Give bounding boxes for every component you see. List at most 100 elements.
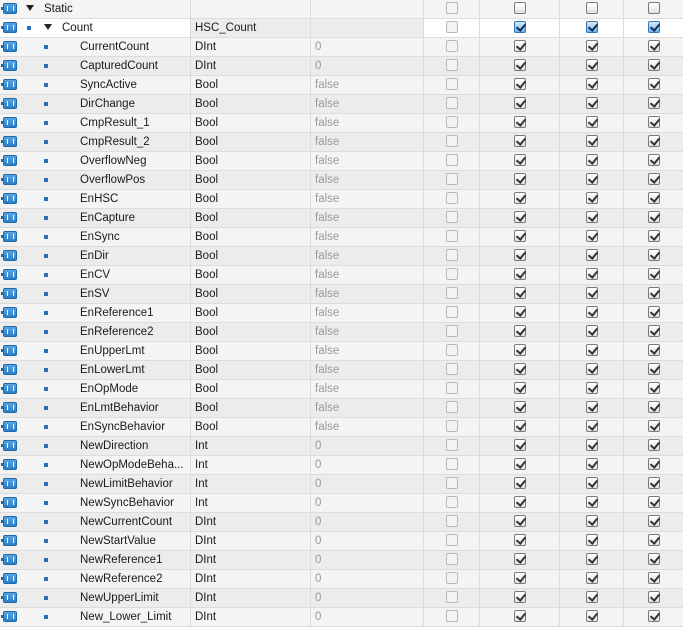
checkbox-3[interactable] — [586, 306, 598, 318]
checkbox-3[interactable] — [586, 97, 598, 109]
checkbox-4[interactable] — [648, 420, 660, 432]
checkbox-2[interactable] — [514, 610, 526, 622]
table-row[interactable]: CmpResult_2 Bool false — [0, 133, 683, 152]
table-row[interactable]: SyncActive Bool false — [0, 76, 683, 95]
checkbox-1[interactable] — [446, 515, 458, 527]
checkbox-4[interactable] — [648, 21, 660, 33]
checkbox-2[interactable] — [514, 477, 526, 489]
checkbox-2[interactable] — [514, 439, 526, 451]
checkbox-4[interactable] — [648, 325, 660, 337]
checkbox-2[interactable] — [514, 59, 526, 71]
count-row[interactable]: Count HSC_Count — [0, 19, 683, 38]
checkbox-2[interactable] — [514, 553, 526, 565]
checkbox-4[interactable] — [648, 230, 660, 242]
checkbox-1[interactable] — [446, 249, 458, 261]
table-row[interactable]: NewCurrentCount DInt 0 — [0, 513, 683, 532]
checkbox-3[interactable] — [586, 534, 598, 546]
checkbox-1[interactable] — [446, 211, 458, 223]
checkbox-4[interactable] — [648, 458, 660, 470]
checkbox-1[interactable] — [446, 40, 458, 52]
checkbox-3[interactable] — [586, 154, 598, 166]
checkbox-2[interactable] — [514, 325, 526, 337]
checkbox-2[interactable] — [514, 268, 526, 280]
checkbox-1[interactable] — [446, 534, 458, 546]
checkbox-2[interactable] — [514, 135, 526, 147]
checkbox-4[interactable] — [648, 40, 660, 52]
checkbox-4[interactable] — [648, 306, 660, 318]
checkbox-2[interactable] — [514, 496, 526, 508]
table-row[interactable]: OverflowNeg Bool false — [0, 152, 683, 171]
checkbox-4[interactable] — [648, 154, 660, 166]
checkbox-1[interactable] — [446, 59, 458, 71]
checkbox-3[interactable] — [586, 59, 598, 71]
table-row[interactable]: EnReference2 Bool false — [0, 323, 683, 342]
checkbox-3[interactable] — [586, 572, 598, 584]
checkbox-3[interactable] — [586, 230, 598, 242]
checkbox-4[interactable] — [648, 78, 660, 90]
checkbox-1[interactable] — [446, 116, 458, 128]
checkbox-4[interactable] — [648, 477, 660, 489]
checkbox-2[interactable] — [514, 230, 526, 242]
checkbox-2[interactable] — [514, 306, 526, 318]
checkbox-2[interactable] — [514, 192, 526, 204]
checkbox-1[interactable] — [446, 78, 458, 90]
table-row[interactable]: EnSync Bool false — [0, 228, 683, 247]
table-row[interactable]: CapturedCount DInt 0 — [0, 57, 683, 76]
checkbox-3[interactable] — [586, 363, 598, 375]
checkbox-1[interactable] — [446, 477, 458, 489]
table-row[interactable]: EnCapture Bool false — [0, 209, 683, 228]
checkbox-4[interactable] — [648, 135, 660, 147]
checkbox-2[interactable] — [514, 420, 526, 432]
checkbox-3[interactable] — [586, 287, 598, 299]
checkbox-2[interactable] — [514, 211, 526, 223]
checkbox-3[interactable] — [586, 515, 598, 527]
checkbox-1[interactable] — [446, 496, 458, 508]
checkbox-1[interactable] — [446, 401, 458, 413]
table-row[interactable]: NewDirection Int 0 — [0, 437, 683, 456]
checkbox-3[interactable] — [586, 21, 598, 33]
checkbox-4[interactable] — [648, 439, 660, 451]
checkbox-2[interactable] — [514, 363, 526, 375]
checkbox-4[interactable] — [648, 2, 660, 14]
checkbox-3[interactable] — [586, 553, 598, 565]
table-row[interactable]: EnSV Bool false — [0, 285, 683, 304]
checkbox-1[interactable] — [446, 306, 458, 318]
checkbox-3[interactable] — [586, 211, 598, 223]
table-row[interactable]: NewSyncBehavior Int 0 — [0, 494, 683, 513]
checkbox-4[interactable] — [648, 97, 660, 109]
checkbox-1[interactable] — [446, 553, 458, 565]
checkbox-4[interactable] — [648, 268, 660, 280]
table-row[interactable]: CmpResult_1 Bool false — [0, 114, 683, 133]
checkbox-3[interactable] — [586, 135, 598, 147]
checkbox-1[interactable] — [446, 2, 458, 14]
static-row[interactable]: Static — [0, 0, 683, 19]
checkbox-3[interactable] — [586, 249, 598, 261]
table-row[interactable]: OverflowPos Bool false — [0, 171, 683, 190]
checkbox-3[interactable] — [586, 78, 598, 90]
checkbox-3[interactable] — [586, 116, 598, 128]
checkbox-3[interactable] — [586, 344, 598, 356]
checkbox-1[interactable] — [446, 382, 458, 394]
checkbox-4[interactable] — [648, 287, 660, 299]
table-row[interactable]: EnDir Bool false — [0, 247, 683, 266]
table-row[interactable]: EnOpMode Bool false — [0, 380, 683, 399]
expanded-triangle-icon[interactable] — [26, 5, 34, 11]
table-row[interactable]: DirChange Bool false — [0, 95, 683, 114]
checkbox-1[interactable] — [446, 230, 458, 242]
table-row[interactable]: EnCV Bool false — [0, 266, 683, 285]
checkbox-2[interactable] — [514, 572, 526, 584]
checkbox-1[interactable] — [446, 439, 458, 451]
checkbox-4[interactable] — [648, 534, 660, 546]
checkbox-1[interactable] — [446, 420, 458, 432]
checkbox-1[interactable] — [446, 192, 458, 204]
checkbox-2[interactable] — [514, 21, 526, 33]
table-row[interactable]: EnReference1 Bool false — [0, 304, 683, 323]
table-row[interactable]: EnLowerLmt Bool false — [0, 361, 683, 380]
table-row[interactable]: CurrentCount DInt 0 — [0, 38, 683, 57]
checkbox-3[interactable] — [586, 591, 598, 603]
checkbox-3[interactable] — [586, 268, 598, 280]
checkbox-4[interactable] — [648, 192, 660, 204]
checkbox-1[interactable] — [446, 344, 458, 356]
checkbox-3[interactable] — [586, 2, 598, 14]
checkbox-3[interactable] — [586, 458, 598, 470]
